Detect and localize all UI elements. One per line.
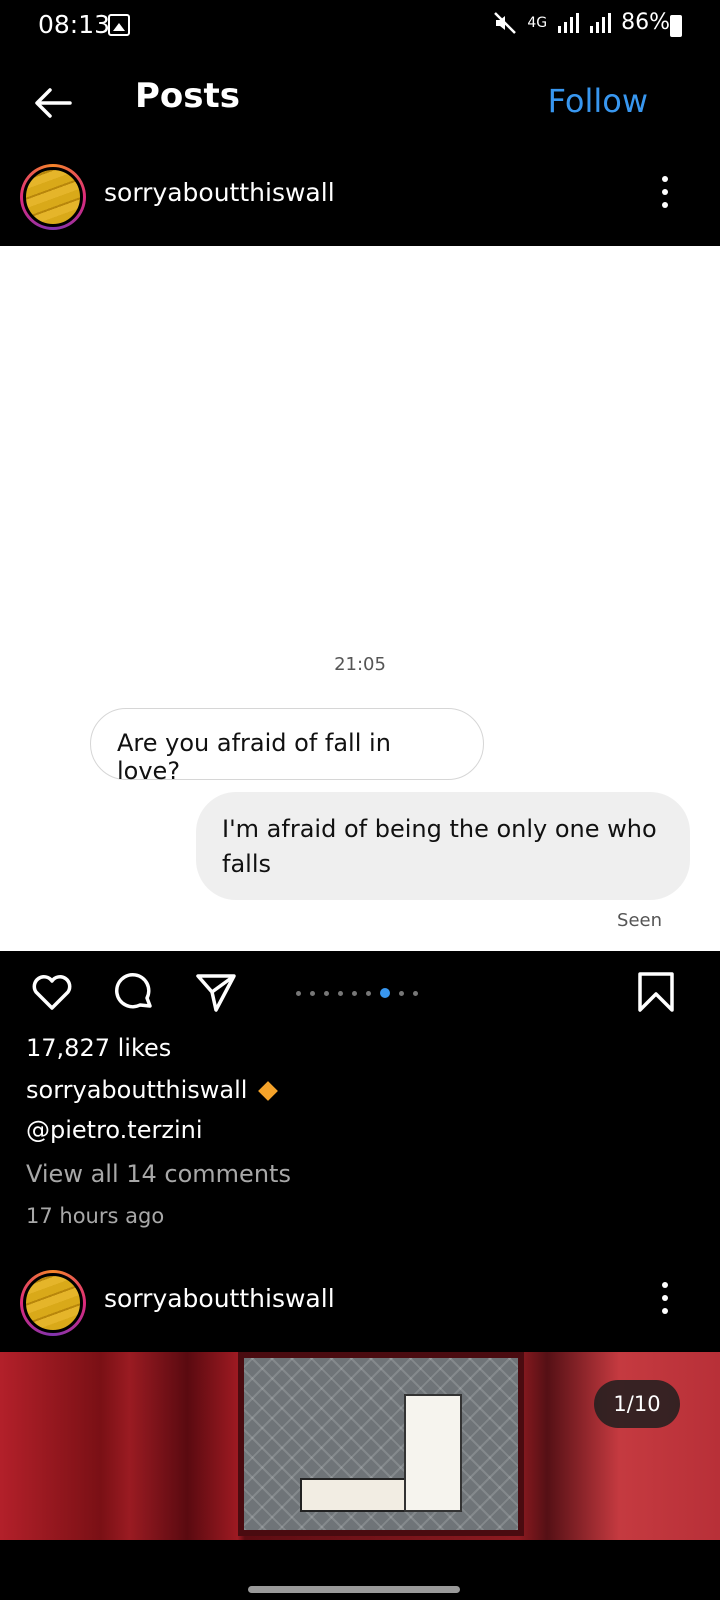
back-arrow-icon[interactable] [30, 80, 76, 126]
caption: sorryaboutthiswall [26, 1076, 279, 1104]
page-title: Posts [135, 76, 241, 116]
post-image[interactable]: 21:05 Are you afraid of fall in love? I'… [0, 246, 720, 951]
save-bookmark-icon[interactable] [632, 968, 680, 1016]
system-nav-bar [0, 1540, 720, 1600]
mute-icon [494, 11, 517, 34]
chat-timestamp: 21:05 [334, 654, 386, 675]
post-actions [0, 968, 720, 1018]
avatar[interactable] [20, 164, 86, 230]
post-username[interactable]: sorryaboutthiswall [104, 1284, 335, 1313]
caption-mention[interactable]: @pietro.terzini [26, 1116, 203, 1144]
post-header: sorryaboutthiswall [0, 154, 720, 246]
follow-button[interactable]: Follow [548, 82, 648, 120]
gallery-notification-icon [108, 14, 130, 36]
comment-icon[interactable] [110, 968, 158, 1016]
caption-username[interactable]: sorryaboutthiswall [26, 1076, 247, 1104]
post-header-2: sorryaboutthiswall [0, 1260, 720, 1352]
signal-icon [558, 12, 580, 33]
like-heart-icon[interactable] [28, 968, 76, 1016]
post-username[interactable]: sorryaboutthiswall [104, 178, 335, 207]
commercial-vehicles-sign [404, 1394, 462, 1512]
carousel-counter: 1/10 [594, 1380, 680, 1428]
status-icons: 4G 86% [493, 10, 670, 35]
chat-bubble-received: Are you afraid of fall in love? [90, 708, 484, 785]
status-bar: 08:13 4G 86% [0, 0, 720, 52]
seen-label: Seen [617, 910, 662, 931]
post-timestamp: 17 hours ago [26, 1204, 165, 1228]
home-indicator[interactable] [248, 1586, 460, 1593]
orange-diamond-icon [258, 1081, 279, 1101]
carousel-indicator [296, 988, 418, 998]
more-options-icon[interactable] [656, 176, 674, 216]
chat-bubble-sent: I'm afraid of being the only one who fal… [196, 792, 690, 900]
no-smoking-sign [300, 1478, 410, 1512]
view-comments-link[interactable]: View all 14 comments [26, 1160, 291, 1188]
more-options-icon[interactable] [656, 1282, 674, 1322]
battery-percent: 86% [621, 10, 670, 35]
network-type: 4G [527, 14, 548, 31]
signal-icon-2 [590, 12, 612, 33]
avatar[interactable] [20, 1270, 86, 1336]
status-time: 08:13 [38, 10, 111, 39]
header: Posts Follow [0, 52, 720, 152]
share-send-icon[interactable] [192, 968, 240, 1016]
battery-icon [670, 15, 682, 37]
likes-count[interactable]: 17,827 likes [26, 1034, 171, 1062]
